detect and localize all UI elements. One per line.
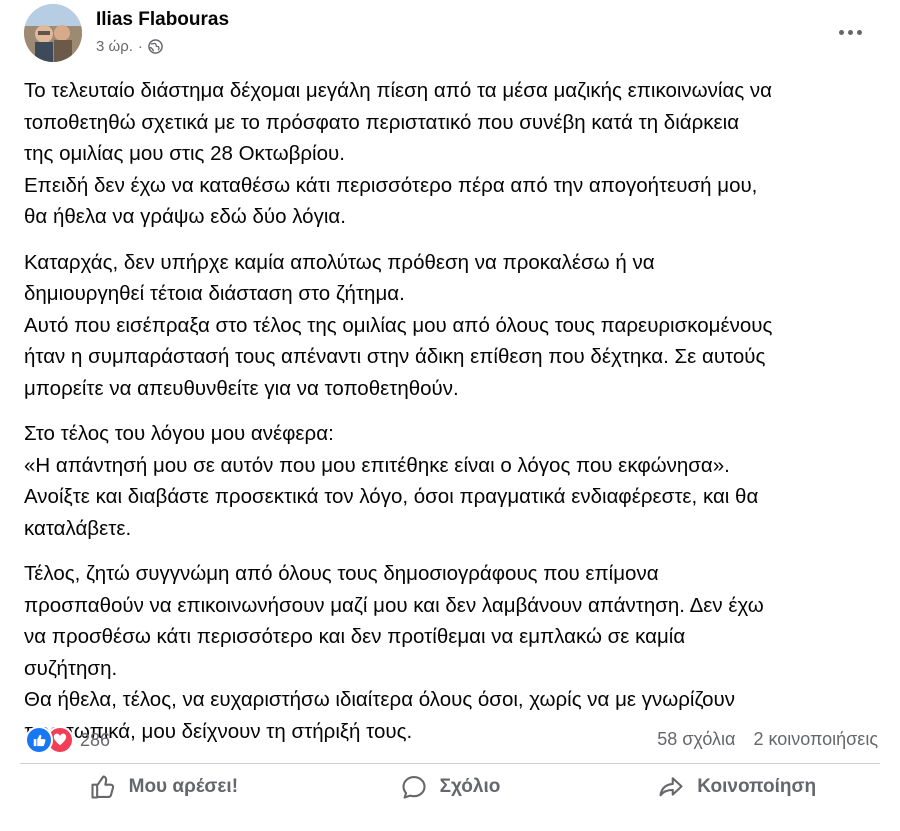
engagement-stats: 58 σχόλια 2 κοινοποιήσεις: [657, 729, 878, 750]
post-actions: Μου αρέσει! Σχόλιο Κοινοποίηση: [20, 765, 880, 809]
reaction-count: 286: [80, 729, 111, 750]
more-options-dot: [856, 29, 862, 35]
text-line: μπορείτε να απευθυνθείτε για να τοποθετη…: [24, 376, 459, 400]
text-line: Επειδή δεν έχω να καταθέσω κάτι περισσότ…: [24, 173, 758, 197]
paragraph-2: Καταρχάς, δεν υπήρχε καμία απολύτως πρόθ…: [24, 247, 894, 405]
text-line: τοποθετηθώ σχετικά με το πρόσφατο περιστ…: [24, 110, 740, 134]
comments-count[interactable]: 58 σχόλια: [657, 729, 735, 750]
text-line: «Η απάντησή μου σε αυτόν που μου επιτέθη…: [24, 453, 730, 477]
reactions-summary[interactable]: 286: [25, 726, 110, 754]
text-line: Ανοίξτε και διαβάστε προσεκτικά τον λόγο…: [24, 485, 759, 508]
text-line: θα ήθελα να γράψω εδώ δύο λόγια.: [24, 205, 346, 228]
comment-bubble-icon: [402, 776, 426, 799]
paragraph-4: Τέλος, ζητώ συγγνώμη από όλους τους δημο…: [24, 558, 894, 747]
text-line: Στο τέλος του λόγου μου ανέφερα:: [24, 422, 334, 445]
comment-button[interactable]: Σχόλιο: [307, 765, 594, 809]
text-line: Τέλος, ζητώ συγγνώμη από όλους τους δημο…: [24, 562, 659, 585]
text-line: δημιουργηθεί τέτοια διάσταση στο ζήτημα.: [24, 282, 405, 305]
more-options-button[interactable]: [832, 14, 868, 50]
text-line: ήταν η συμπαράστασή τους απέναντι στην ά…: [24, 345, 766, 368]
paragraph-1: Το τελευταίο διάστημα δέχομαι μεγάλη πίε…: [24, 75, 894, 233]
text-line: Καταρχάς, δεν υπήρχε καμία απολύτως πρόθ…: [24, 250, 655, 274]
author-name[interactable]: Ilias Flabouras: [96, 9, 229, 31]
like-reaction-icon: [25, 726, 53, 754]
text-line: της ομιλίας μου στις 28 Οκτωβρίου.: [24, 142, 345, 165]
text-line: να προσθέσω κάτι περισσότερο και δεν προ…: [24, 625, 686, 648]
more-options-dot: [847, 29, 853, 35]
post-meta: 3 ώρ. ·: [96, 38, 163, 55]
avatar[interactable]: [24, 4, 82, 62]
like-button[interactable]: Μου αρέσει!: [20, 765, 307, 809]
thumbs-up-icon: [91, 775, 114, 799]
text-line: Θα ήθελα, τέλος, να ευχαριστήσω ιδιαίτερ…: [24, 688, 736, 711]
facebook-post: Ilias Flabouras 3 ώρ. · Το τελευταίο διά…: [0, 0, 900, 831]
paragraph-3: Στο τέλος του λόγου μου ανέφερα: «Η απάν…: [24, 418, 894, 544]
comment-label: Σχόλιο: [439, 776, 501, 797]
meta-separator: ·: [137, 38, 143, 55]
share-arrow-icon: [659, 777, 683, 797]
text-line: Το τελευταίο διάστημα δέχομαι μεγάλη πίε…: [24, 79, 772, 102]
shares-count[interactable]: 2 κοινοποιήσεις: [753, 729, 878, 750]
globe-icon: [148, 39, 163, 54]
text-line: καταλάβετε.: [24, 516, 132, 540]
more-options-icon: [838, 29, 844, 35]
post-text: Το τελευταίο διάστημα δέχομαι μεγάλη πίε…: [24, 75, 894, 761]
share-button[interactable]: Κοινοποίηση: [593, 765, 880, 809]
avatar-photo: [24, 4, 82, 62]
like-label: Μου αρέσει!: [128, 776, 239, 797]
share-label: Κοινοποίηση: [697, 776, 817, 797]
text-line: προσπαθούν να επικοινωνήσουν μαζί μου κα…: [24, 593, 764, 617]
text-line: συζήτηση.: [24, 656, 118, 680]
divider: [20, 763, 880, 764]
post-time[interactable]: 3 ώρ.: [96, 38, 133, 55]
text-line: Αυτό που εισέπραξα στο τέλος της ομιλίας…: [24, 313, 773, 337]
